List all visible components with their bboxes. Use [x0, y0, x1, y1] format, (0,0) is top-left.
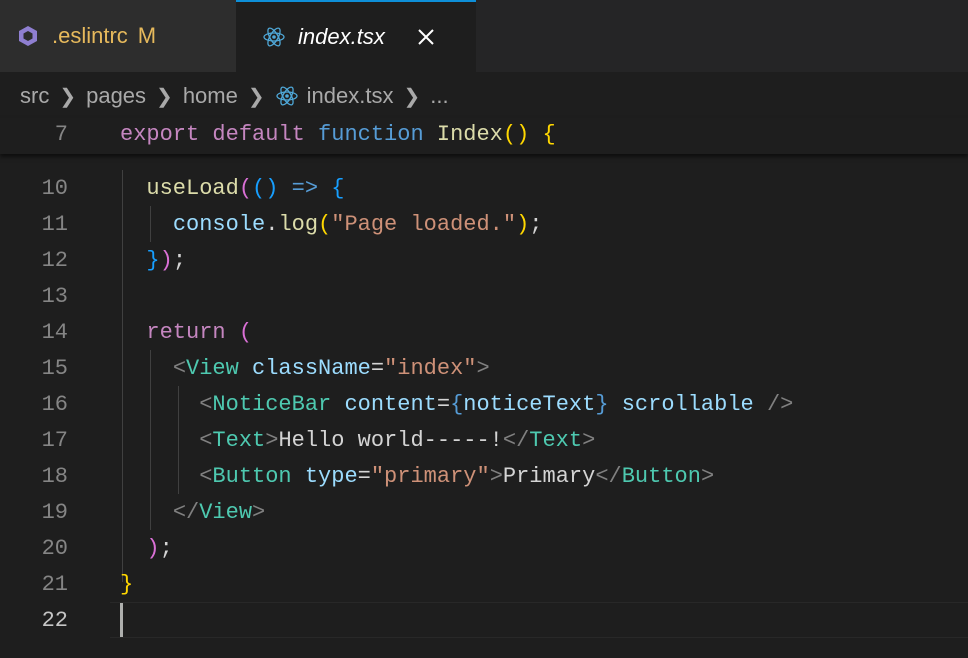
breadcrumb-item-more[interactable]: ... [430, 83, 448, 109]
code-line: 19 </View> [41, 500, 266, 525]
tab-bar: .eslintrc M index.tsx [0, 0, 968, 72]
chevron-right-icon: ❯ [156, 85, 173, 108]
chevron-right-icon: ❯ [403, 85, 421, 108]
react-icon [262, 25, 286, 49]
react-icon [275, 84, 299, 108]
code-line: export default function Index() { [120, 122, 556, 147]
code-line: 15 <View className="index"> [41, 356, 490, 381]
tab-label: .eslintrc [52, 23, 128, 48]
code-line-current: 22 [41, 608, 68, 633]
text-cursor [120, 603, 123, 637]
code-line: 11 console.log("Page loaded."); [41, 212, 543, 237]
breadcrumb-item-src[interactable]: src [20, 83, 49, 109]
editor-area[interactable]: 10 useLoad(() => { 11 console.log("Page … [0, 154, 968, 658]
eslint-icon [16, 24, 40, 48]
close-icon[interactable] [415, 26, 437, 48]
code-line: 13 [41, 284, 68, 309]
code-line: 16 <NoticeBar content={noticeText} scrol… [41, 392, 794, 417]
chevron-right-icon: ❯ [59, 85, 77, 108]
code-line: 12 }); [41, 248, 187, 273]
breadcrumb-item-file[interactable]: index.tsx [307, 83, 394, 109]
code-line: 10 useLoad(() => { [41, 176, 345, 201]
tab-eslintrc[interactable]: .eslintrc M [0, 0, 236, 72]
breadcrumb-item-home[interactable]: home [183, 83, 238, 109]
breadcrumb-item-pages[interactable]: pages [86, 83, 146, 109]
breadcrumb: src ❯ pages ❯ home ❯ index.tsx ❯ ... [0, 72, 968, 120]
code-line: 14 return ( [41, 320, 253, 345]
code-line: 18 <Button type="primary">Primary</Butto… [41, 464, 715, 489]
code-line: 20 ); [41, 536, 173, 561]
chevron-right-icon: ❯ [247, 85, 265, 108]
line-number: 7 [54, 122, 68, 147]
sticky-scroll-line[interactable]: 7 export default function Index() { [0, 118, 968, 154]
tab-index-tsx[interactable]: index.tsx [236, 0, 476, 72]
tab-label: index.tsx [298, 24, 385, 49]
modified-badge: M [137, 23, 157, 48]
code-line: 21 } [41, 572, 134, 597]
code-line: 17 <Text>Hello world-----!</Text> [41, 428, 596, 453]
